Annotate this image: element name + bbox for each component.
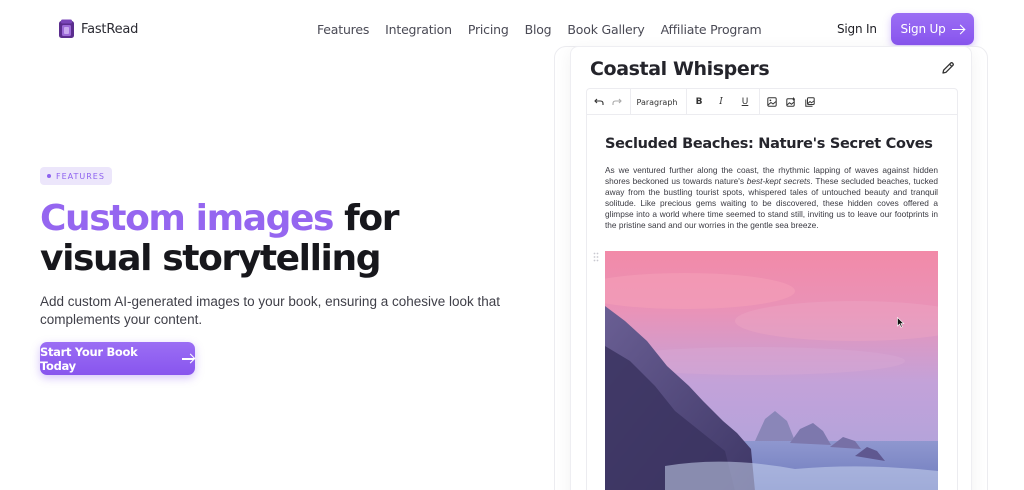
undo-icon	[594, 98, 604, 105]
badge-label: FEATURES	[56, 171, 105, 181]
sign-in-link[interactable]: Sign In	[837, 22, 877, 36]
undo-button[interactable]	[593, 94, 605, 110]
badge-dot	[47, 174, 51, 178]
bold-icon: B	[695, 97, 703, 107]
image-add-icon	[786, 97, 795, 107]
toolbar-divider	[759, 89, 760, 115]
italic-button[interactable]: I	[715, 94, 727, 110]
toolbar-divider	[630, 89, 631, 115]
chapter-paragraph[interactable]: As we ventured further along the coast, …	[605, 165, 938, 232]
generate-image-button[interactable]	[785, 94, 797, 110]
brand-logo[interactable]: FastRead	[58, 19, 138, 39]
sign-up-button[interactable]: Sign Up	[891, 13, 974, 45]
book-title: Coastal Whispers	[590, 58, 770, 80]
redo-icon	[612, 98, 622, 105]
start-book-button[interactable]: Start Your Book Today	[40, 342, 195, 375]
italic-icon: I	[719, 97, 723, 107]
underline-icon: U	[741, 97, 749, 107]
brand-name: FastRead	[81, 21, 139, 37]
underline-button[interactable]: U	[739, 94, 751, 110]
block-type-label: Paragraph	[636, 97, 678, 107]
book-logo-icon	[59, 19, 74, 38]
mouse-cursor-icon	[897, 317, 905, 328]
editor-toolbar: Paragraph B I U	[586, 88, 958, 115]
pencil-icon[interactable]	[941, 61, 955, 75]
nav-link-pricing[interactable]: Pricing	[468, 22, 509, 37]
sign-up-label: Sign Up	[900, 22, 946, 36]
insert-image-button[interactable]	[766, 94, 778, 110]
chapter-heading[interactable]: Secluded Beaches: Nature's Secret Coves	[605, 136, 933, 152]
arrow-right-icon	[951, 24, 965, 34]
drag-handle-icon[interactable]	[593, 252, 599, 262]
features-badge: FEATURES	[40, 167, 112, 185]
nav-link-book-gallery[interactable]: Book Gallery	[567, 22, 644, 37]
nav-link-integration[interactable]: Integration	[385, 22, 452, 37]
hero-subtext: Add custom AI-generated images to your b…	[40, 294, 501, 327]
block-type-select[interactable]: Paragraph	[634, 94, 680, 110]
headline-accent: Custom images	[40, 198, 334, 239]
hero-headline: Custom images for visual storytelling	[40, 199, 520, 279]
nav-link-affiliate-program[interactable]: Affiliate Program	[661, 22, 762, 37]
cta-label: Start Your Book Today	[40, 344, 138, 373]
toolbar-divider	[686, 89, 687, 115]
arrow-right-icon	[182, 354, 195, 364]
nav-link-features[interactable]: Features	[317, 22, 369, 37]
nav-link-blog[interactable]: Blog	[525, 22, 552, 37]
generated-coastal-image[interactable]	[605, 251, 938, 490]
bold-button[interactable]: B	[693, 94, 705, 110]
image-gallery-button[interactable]	[804, 94, 816, 110]
image-icon	[767, 97, 777, 107]
paragraph-emphasis: best-kept secrets	[746, 176, 811, 187]
nav-links: Features Integration Pricing Blog Book G…	[317, 22, 762, 37]
gallery-icon	[805, 97, 815, 107]
redo-button[interactable]	[611, 94, 623, 110]
